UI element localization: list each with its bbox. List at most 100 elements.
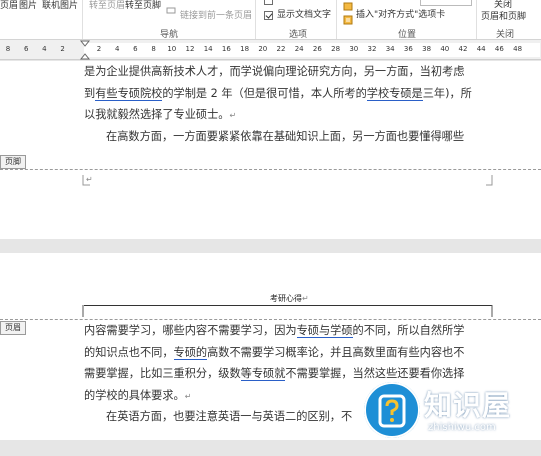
ruler-number: 38 [422,45,432,53]
watermark-logo: 知识屋 zhishiwu.com [364,382,536,440]
text-line: 的知识点也不同，专硕的高数不需要学习概率论，并且高数里面有些内容也不 [84,342,494,364]
header-text[interactable]: 考研心得↵ [270,293,309,304]
horizontal-ruler[interactable]: 8 6 4 2 2 4 6 8 10 12 14 16 18 20 22 24 26 28 30 32 34 36 38 40… [0,40,541,60]
ruler-number: 24 [294,45,304,53]
ruler-number: 14 [203,45,213,53]
picture-button[interactable]: 图片 [19,1,37,12]
text-line: 是为企业提供高新技术人才，而学说偏向理论研究方向，另一方面，当初考虑 [84,61,494,83]
ruler-number: 10 [167,45,177,53]
text-run: 的学制是 2 年（但是很可惜，本人所考的 [162,86,367,100]
ruler-number: 2 [96,45,102,53]
page-1: 是为企业提供高新技术人才，而学说偏向理论研究方向，另一方面，当初考虑 到有些专硕院… [0,61,541,239]
ribbon-separator [82,0,83,39]
ruler-number: 32 [367,45,377,53]
goto-footer-button[interactable]: 转至页脚 [125,1,161,12]
header-menu-button[interactable]: 页眉 [0,1,18,12]
close-label: 关闭 [494,0,513,10]
spellcheck-underlined-text: 有些专硕院校 [95,86,163,101]
watermark-circle [364,382,420,438]
text-run: 不需要掌握，当然这些还要看你选择 [285,367,465,380]
ruler-number: 6 [23,45,29,53]
ribbon-toolbar: 页眉 图片 联机图片 转至页眉 转至页脚 链接到前一条页眉 导航 显示文档文字 … [0,0,541,40]
footer-boundary-line [0,169,541,170]
ruler-number: 42 [458,45,468,53]
watermark-title: 知识屋 [424,389,512,422]
text-run: 三年)，所 [422,86,472,100]
text-run: 以我就毅然选择了专业硕士。 [84,108,230,121]
ruler-number: 22 [276,45,286,53]
ruler-number: 36 [403,45,413,53]
ruler-number: 12 [185,45,195,53]
paragraph-mark: ↵ [184,391,192,401]
ruler-number: 48 [513,45,523,53]
option-checkbox-1[interactable] [264,0,273,5]
ruler-number: 16 [221,45,231,53]
header-tab: 页眉 [0,321,26,335]
insert-align-tab-button[interactable]: 插入"对齐方式"选项卡 [356,10,445,21]
text-run: 的不同，所以自然所学 [352,324,465,337]
text-run: 的学校的具体要求。 [84,388,185,402]
position-group-label: 位置 [398,30,417,40]
spellcheck-underlined-text: 等专硕就 [240,367,286,381]
ribbon-separator [336,0,337,39]
goto-header-button[interactable]: 转至页眉 [89,1,125,12]
header-corner-mark-left [82,305,84,317]
spellcheck-underlined-text: 专硕与学硕 [296,324,353,338]
header-title-text: 考研心得 [270,294,302,303]
ruler-number: 18 [240,45,250,53]
link-to-previous-button[interactable]: 链接到前一条页眉 [180,11,252,22]
ruler-number: 20 [258,45,268,53]
ribbon-separator [255,0,256,39]
ruler-number: 46 [494,45,504,53]
close-group-label: 关闭 [496,30,515,40]
ruler-number: 8 [151,45,156,53]
text-run: 的知识点也不同， [84,345,174,359]
text-run: 在高数方面，一方面要紧紧依靠在基础知识上面，另一方面也要懂得哪些 [106,129,465,143]
footer-tab: 页脚 [0,155,26,169]
status-area [0,440,541,456]
page-1-body[interactable]: 是为企业提供高新技术人才，而学说偏向理论研究方向，另一方面，当初考虑 到有些专硕院… [84,61,494,147]
paragraph-mark: ↵ [229,111,237,120]
ruler-number: 4 [114,45,120,53]
ruler-number: 34 [385,45,395,53]
ruler-number: 4 [42,45,47,53]
question-icon [364,382,420,438]
ruler-number: 6 [133,45,138,53]
options-group-label: 选项 [289,30,308,40]
indent-marker-icon[interactable] [79,40,91,60]
ruler-number: 8 [5,45,11,53]
ruler-number: 40 [440,45,450,53]
show-doc-text-checkbox[interactable] [264,11,273,20]
text-run: 需要掌握，比如三重积分，级数 [84,367,241,380]
text-run: 是为企业提供高新技术人才，而学说偏向理论研究方向，另一方面，当初考虑 [84,65,465,78]
ruler-number: 2 [60,45,65,53]
online-picture-button[interactable]: 联机图片 [42,1,78,12]
navigation-group-label: 导航 [160,30,179,40]
header-underline [84,305,492,306]
watermark-url: zhishiwu.com [428,422,496,433]
ribbon-separator [476,0,477,39]
header-corner-mark-right [491,305,493,317]
text-run: 到 [84,86,96,100]
align-tab-icon [343,10,353,25]
text-line: 内容需要学习，哪些内容不需要学习，因为专硕与学硕的不同，所以自然所学 [84,320,494,342]
text-run: 内容需要学习，哪些内容不需要学习，因为 [84,324,297,337]
footer-paragraph-mark: ↵ [86,175,93,184]
ruler-number: 30 [349,45,359,53]
footer-corner-mark-right [486,175,493,186]
text-line: 到有些专硕院校的学制是 2 年（但是很可惜，本人所考的学校专硕是三年)，所 [84,83,494,105]
text-line: 以我就毅然选择了专业硕士。↵ [84,104,494,126]
spellcheck-underlined-text: 学校专硕是 [366,86,423,101]
position-icon [343,0,353,11]
text-line: 在高数方面，一方面要紧紧依靠在基础知识上面，另一方面也要懂得哪些 [84,126,494,148]
link-icon [166,0,176,14]
show-doc-text-label: 显示文档文字 [277,10,332,20]
header-paragraph-mark: ↵ [302,294,309,303]
text-run: 在英语方面，也要注意英语一与英语二的区别，不 [106,410,353,423]
text-run: 高数不需要学习概率论，并且高数里面有些内容也不 [207,345,465,359]
ruler-number: 28 [331,45,341,53]
position-spin-input[interactable] [420,0,472,6]
close-header-footer-button[interactable]: 页眉和页脚 [481,12,526,23]
ruler-number: 44 [476,45,486,53]
spellcheck-underlined-text: 专硕的 [173,345,208,360]
